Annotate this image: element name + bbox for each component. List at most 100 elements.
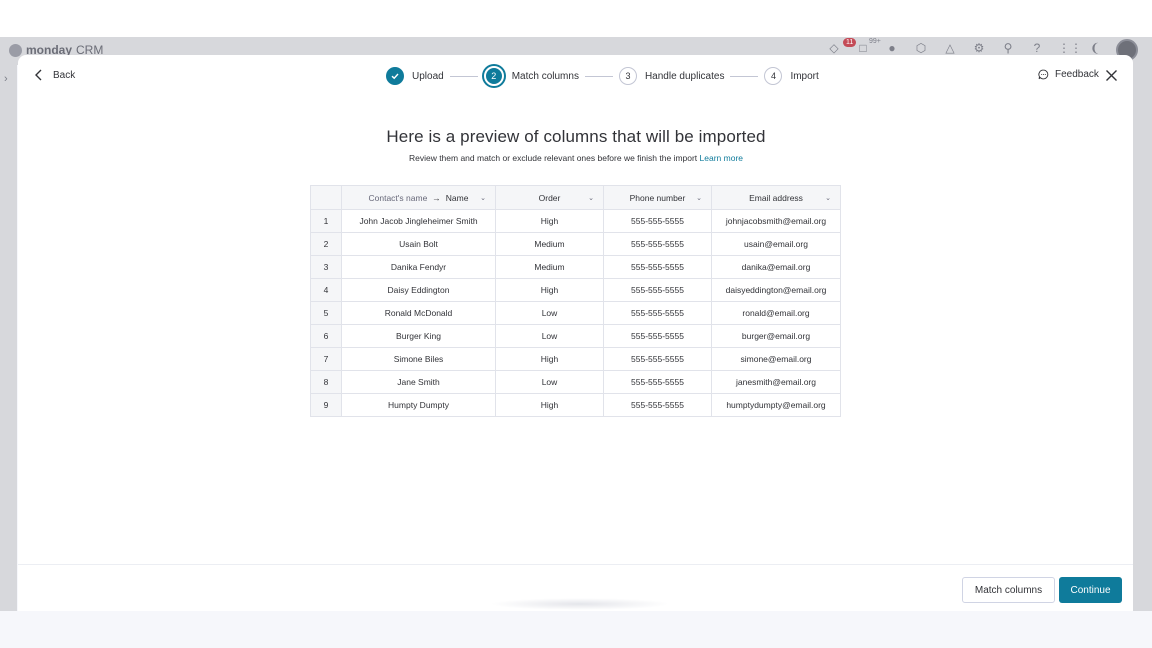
step-upload[interactable]: Upload xyxy=(386,67,444,85)
column-label: Email address xyxy=(749,192,803,203)
cell-order: High xyxy=(495,393,604,417)
chevron-down-icon[interactable]: ⌄ xyxy=(588,194,594,202)
step-connector xyxy=(449,75,478,77)
inbox-icon[interactable]: □ xyxy=(855,40,871,56)
table-row: 7 Simone Biles High 555-555-5555 simone@… xyxy=(310,347,841,371)
step-label: Handle duplicates xyxy=(644,70,725,82)
cell-name: Jane Smith xyxy=(341,370,496,394)
top-strip xyxy=(0,0,1152,37)
cell-email: janesmith@email.org xyxy=(711,370,841,394)
cell-name: John Jacob Jingleheimer Smith xyxy=(341,209,496,233)
chevron-left-icon xyxy=(35,69,42,81)
footer-shadow xyxy=(490,598,670,610)
cell-phone: 555-555-5555 xyxy=(603,278,712,302)
column-header-email[interactable]: Email address ⌄ xyxy=(711,185,841,210)
continue-button[interactable]: Continue xyxy=(1059,577,1122,603)
back-button[interactable]: Back xyxy=(34,69,75,81)
table-row: 2 Usain Bolt Medium 555-555-5555 usain@e… xyxy=(310,232,841,256)
match-columns-button[interactable]: Match columns xyxy=(962,577,1055,603)
cell-name: Humpty Dumpty xyxy=(341,393,496,417)
help-icon[interactable]: ? xyxy=(1029,40,1045,56)
back-label: Back xyxy=(53,69,76,81)
row-index: 3 xyxy=(310,255,342,279)
row-index: 4 xyxy=(310,278,342,302)
step-number: 4 xyxy=(764,67,783,85)
cell-phone: 555-555-5555 xyxy=(603,209,712,233)
row-index: 2 xyxy=(310,232,342,256)
step-label: Upload xyxy=(412,70,444,82)
index-header xyxy=(310,185,342,210)
column-header-name[interactable]: Contact's name → Name ⌄ xyxy=(341,185,496,210)
step-import[interactable]: 4 Import xyxy=(764,67,819,85)
cell-name: Burger King xyxy=(341,324,496,348)
learn-more-link[interactable]: Learn more xyxy=(700,153,743,163)
cell-phone: 555-555-5555 xyxy=(603,232,712,256)
step-label: Match columns xyxy=(511,70,579,82)
column-header-order[interactable]: Order ⌄ xyxy=(495,185,604,210)
cell-order: Low xyxy=(495,324,604,348)
source-column-label: Contact's name xyxy=(368,192,428,203)
column-label: Order xyxy=(538,192,561,203)
close-icon[interactable] xyxy=(1105,69,1118,82)
row-index: 1 xyxy=(310,209,342,233)
invite-icon[interactable]: ● xyxy=(884,40,900,56)
cell-order: High xyxy=(495,278,604,302)
cell-email: humptydumpty@email.org xyxy=(711,393,841,417)
cell-name: Usain Bolt xyxy=(341,232,496,256)
integrations-icon[interactable]: ⬡ xyxy=(913,40,929,56)
apps-icon[interactable]: △ xyxy=(942,40,958,56)
cell-email: simone@email.org xyxy=(711,347,841,371)
table-row: 9 Humpty Dumpty High 555-555-5555 humpty… xyxy=(310,393,841,417)
row-index: 9 xyxy=(310,393,342,417)
cell-order: Medium xyxy=(495,255,604,279)
cell-email: danika@email.org xyxy=(711,255,841,279)
feedback-button[interactable]: Feedback xyxy=(1038,69,1099,80)
step-match-columns[interactable]: 2 Match columns xyxy=(483,66,579,86)
footer-divider xyxy=(18,564,1133,565)
cell-email: ronald@email.org xyxy=(711,301,841,325)
cell-email: burger@email.org xyxy=(711,324,841,348)
step-number: 2 xyxy=(483,66,504,86)
arrow-right-icon: → xyxy=(432,192,441,203)
step-number: 3 xyxy=(618,67,637,85)
brand-icon: ❨ xyxy=(1089,41,1101,55)
step-connector xyxy=(584,75,613,77)
feedback-label: Feedback xyxy=(1055,69,1099,80)
table-row: 6 Burger King Low 555-555-5555 burger@em… xyxy=(310,324,841,348)
step-label: Import xyxy=(790,70,819,82)
grid-icon[interactable]: ⋮⋮ xyxy=(1058,40,1082,56)
bottom-strip xyxy=(0,611,1152,648)
step-connector xyxy=(730,75,759,77)
row-index: 8 xyxy=(310,370,342,394)
column-header-phone[interactable]: Phone number ⌄ xyxy=(603,185,712,210)
row-index: 5 xyxy=(310,301,342,325)
settings-icon[interactable]: ⚙ xyxy=(971,40,987,56)
cell-phone: 555-555-5555 xyxy=(603,393,712,417)
cell-phone: 555-555-5555 xyxy=(603,347,712,371)
cell-email: johnjacobsmith@email.org xyxy=(711,209,841,233)
cell-order: High xyxy=(495,347,604,371)
cell-order: Medium xyxy=(495,232,604,256)
cell-name: Daisy Eddington xyxy=(341,278,496,302)
logo-icon xyxy=(9,43,22,57)
stepper: Upload 2 Match columns 3 Handle duplicat… xyxy=(386,66,819,86)
bell-icon[interactable]: ◇ xyxy=(826,40,842,56)
app-toolbar: ◇ □ ● ⬡ △ ⚙ ⚲ ? ⋮⋮ ❨ xyxy=(826,40,1142,56)
page-subtitle: Review them and match or exclude relevan… xyxy=(408,153,744,163)
cell-order: Low xyxy=(495,370,604,394)
step-handle-duplicates[interactable]: 3 Handle duplicates xyxy=(618,67,725,85)
page-title: Here is a preview of columns that will b… xyxy=(386,127,766,146)
chevron-down-icon[interactable]: ⌄ xyxy=(696,194,702,202)
chevron-down-icon[interactable]: ⌄ xyxy=(480,194,486,202)
table-row: 5 Ronald McDonald Low 555-555-5555 ronal… xyxy=(310,301,841,325)
search-icon[interactable]: ⚲ xyxy=(1000,40,1016,56)
chevron-down-icon[interactable]: ⌄ xyxy=(825,194,831,202)
cell-name: Simone Biles xyxy=(341,347,496,371)
cell-name: Ronald McDonald xyxy=(341,301,496,325)
cell-phone: 555-555-5555 xyxy=(603,255,712,279)
table-header-row: Contact's name → Name ⌄ Order ⌄ Phone num… xyxy=(310,185,841,210)
expand-chevron-icon[interactable]: › xyxy=(4,73,8,85)
cell-order: Low xyxy=(495,301,604,325)
table-row: 1 John Jacob Jingleheimer Smith High 555… xyxy=(310,209,841,233)
check-icon xyxy=(386,67,404,85)
